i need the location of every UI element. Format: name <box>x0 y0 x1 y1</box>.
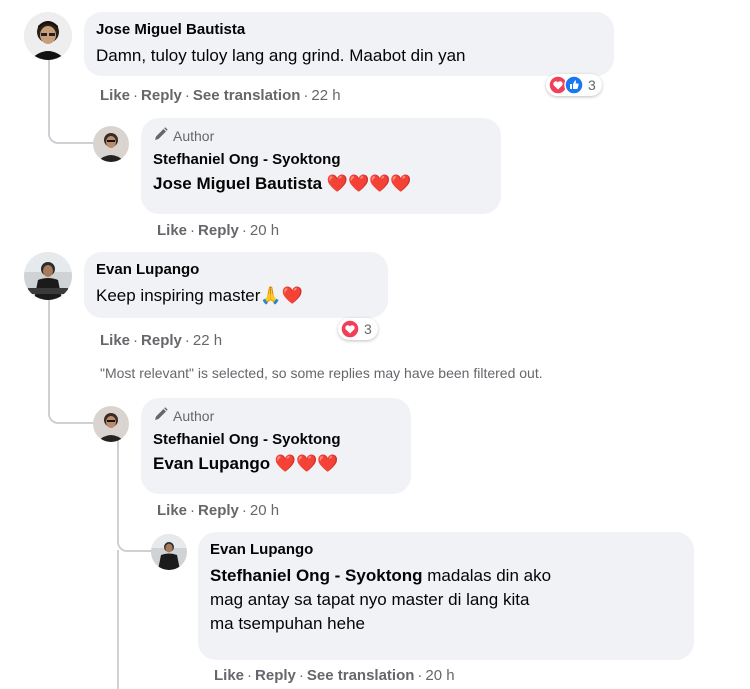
avatar[interactable] <box>24 12 72 60</box>
reply-button[interactable]: Reply <box>198 502 239 519</box>
comment-actions: Like · Reply · 20 h <box>157 502 280 519</box>
reaction-count: 3 <box>364 321 372 337</box>
mention-link[interactable]: Stefhaniel Ong - Syoktong <box>210 566 423 585</box>
reply-button[interactable]: Reply <box>141 332 182 349</box>
mention-link[interactable]: Jose Miguel Bautista <box>153 174 322 193</box>
like-button[interactable]: Like <box>100 332 130 349</box>
reaction-count: 3 <box>588 77 596 93</box>
avatar[interactable] <box>93 126 129 162</box>
comment-actions: Like · Reply · See translation · 22 h <box>100 87 341 104</box>
like-button[interactable]: Like <box>100 87 130 104</box>
like-button[interactable]: Like <box>157 222 187 239</box>
author-badge: Author <box>153 126 489 146</box>
comment-author[interactable]: Evan Lupango <box>96 260 376 280</box>
like-button[interactable]: Like <box>214 667 244 684</box>
like-button[interactable]: Like <box>157 502 187 519</box>
thread-line <box>48 60 96 144</box>
comment-text: Damn, tuloy tuloy lang ang grind. Maabot… <box>96 46 466 65</box>
reply-button[interactable]: Reply <box>255 667 296 684</box>
author-badge: Author <box>153 406 399 426</box>
mention-link[interactable]: Evan Lupango <box>153 454 270 473</box>
timestamp[interactable]: 20 h <box>250 502 279 519</box>
reaction-summary[interactable]: 3 <box>338 318 378 340</box>
reply-button[interactable]: Reply <box>198 222 239 239</box>
comment-text: Stefhaniel Ong - Syoktong madalas din ak… <box>210 566 552 585</box>
reply-bubble: Author Stefhaniel Ong - Syoktong Evan Lu… <box>141 398 411 494</box>
comment-actions: Like · Reply · 20 h <box>157 222 280 239</box>
comment-author[interactable]: Stefhaniel Ong - Syoktong <box>153 150 489 170</box>
avatar[interactable] <box>93 406 129 442</box>
see-translation-link[interactable]: See translation <box>193 87 301 104</box>
reply-bubble: Evan Lupango Stefhaniel Ong - Syoktong m… <box>198 532 694 660</box>
reply-button[interactable]: Reply <box>141 87 182 104</box>
comment-actions: Like · Reply · See translation · 20 h <box>214 667 455 684</box>
emoji: 🙏❤️ <box>260 286 303 305</box>
comment-author[interactable]: Evan Lupango <box>210 540 682 560</box>
thread-line <box>48 300 96 424</box>
timestamp[interactable]: 20 h <box>425 667 454 684</box>
reaction-summary[interactable]: 3 <box>546 74 602 96</box>
reply-bubble: Author Stefhaniel Ong - Syoktong Jose Mi… <box>141 118 501 214</box>
avatar[interactable] <box>24 252 72 300</box>
like-reaction-icon <box>564 75 584 95</box>
timestamp[interactable]: 22 h <box>311 87 340 104</box>
comment-text: Jose Miguel Bautista ❤️❤️❤️❤️ <box>153 172 489 196</box>
avatar[interactable] <box>151 534 187 570</box>
hearts-emoji: ❤️❤️❤️ <box>274 454 339 473</box>
comment-text-line: ma tsempuhan hehe <box>210 614 365 633</box>
timestamp[interactable]: 22 h <box>193 332 222 349</box>
comment-author[interactable]: Stefhaniel Ong - Syoktong <box>153 430 399 450</box>
see-translation-link[interactable]: See translation <box>307 667 415 684</box>
comment-bubble: Evan Lupango Keep inspiring master🙏❤️ <box>84 252 388 318</box>
timestamp[interactable]: 20 h <box>250 222 279 239</box>
comment-actions: Like · Reply · 22 h <box>100 332 223 349</box>
comment-text: Evan Lupango ❤️❤️❤️ <box>153 452 399 476</box>
filter-notice: "Most relevant" is selected, so some rep… <box>100 365 543 381</box>
thread-line <box>117 550 119 689</box>
comment-text-line: mag antay sa tapat nyo master di lang ki… <box>210 590 530 609</box>
pencil-icon <box>153 126 169 146</box>
comment-text: Keep inspiring master🙏❤️ <box>96 286 303 305</box>
pencil-icon <box>153 406 169 426</box>
love-reaction-icon <box>340 319 360 339</box>
comment-author[interactable]: Jose Miguel Bautista <box>96 20 602 40</box>
hearts-emoji: ❤️❤️❤️❤️ <box>326 174 412 193</box>
comment-bubble: Jose Miguel Bautista Damn, tuloy tuloy l… <box>84 12 614 76</box>
